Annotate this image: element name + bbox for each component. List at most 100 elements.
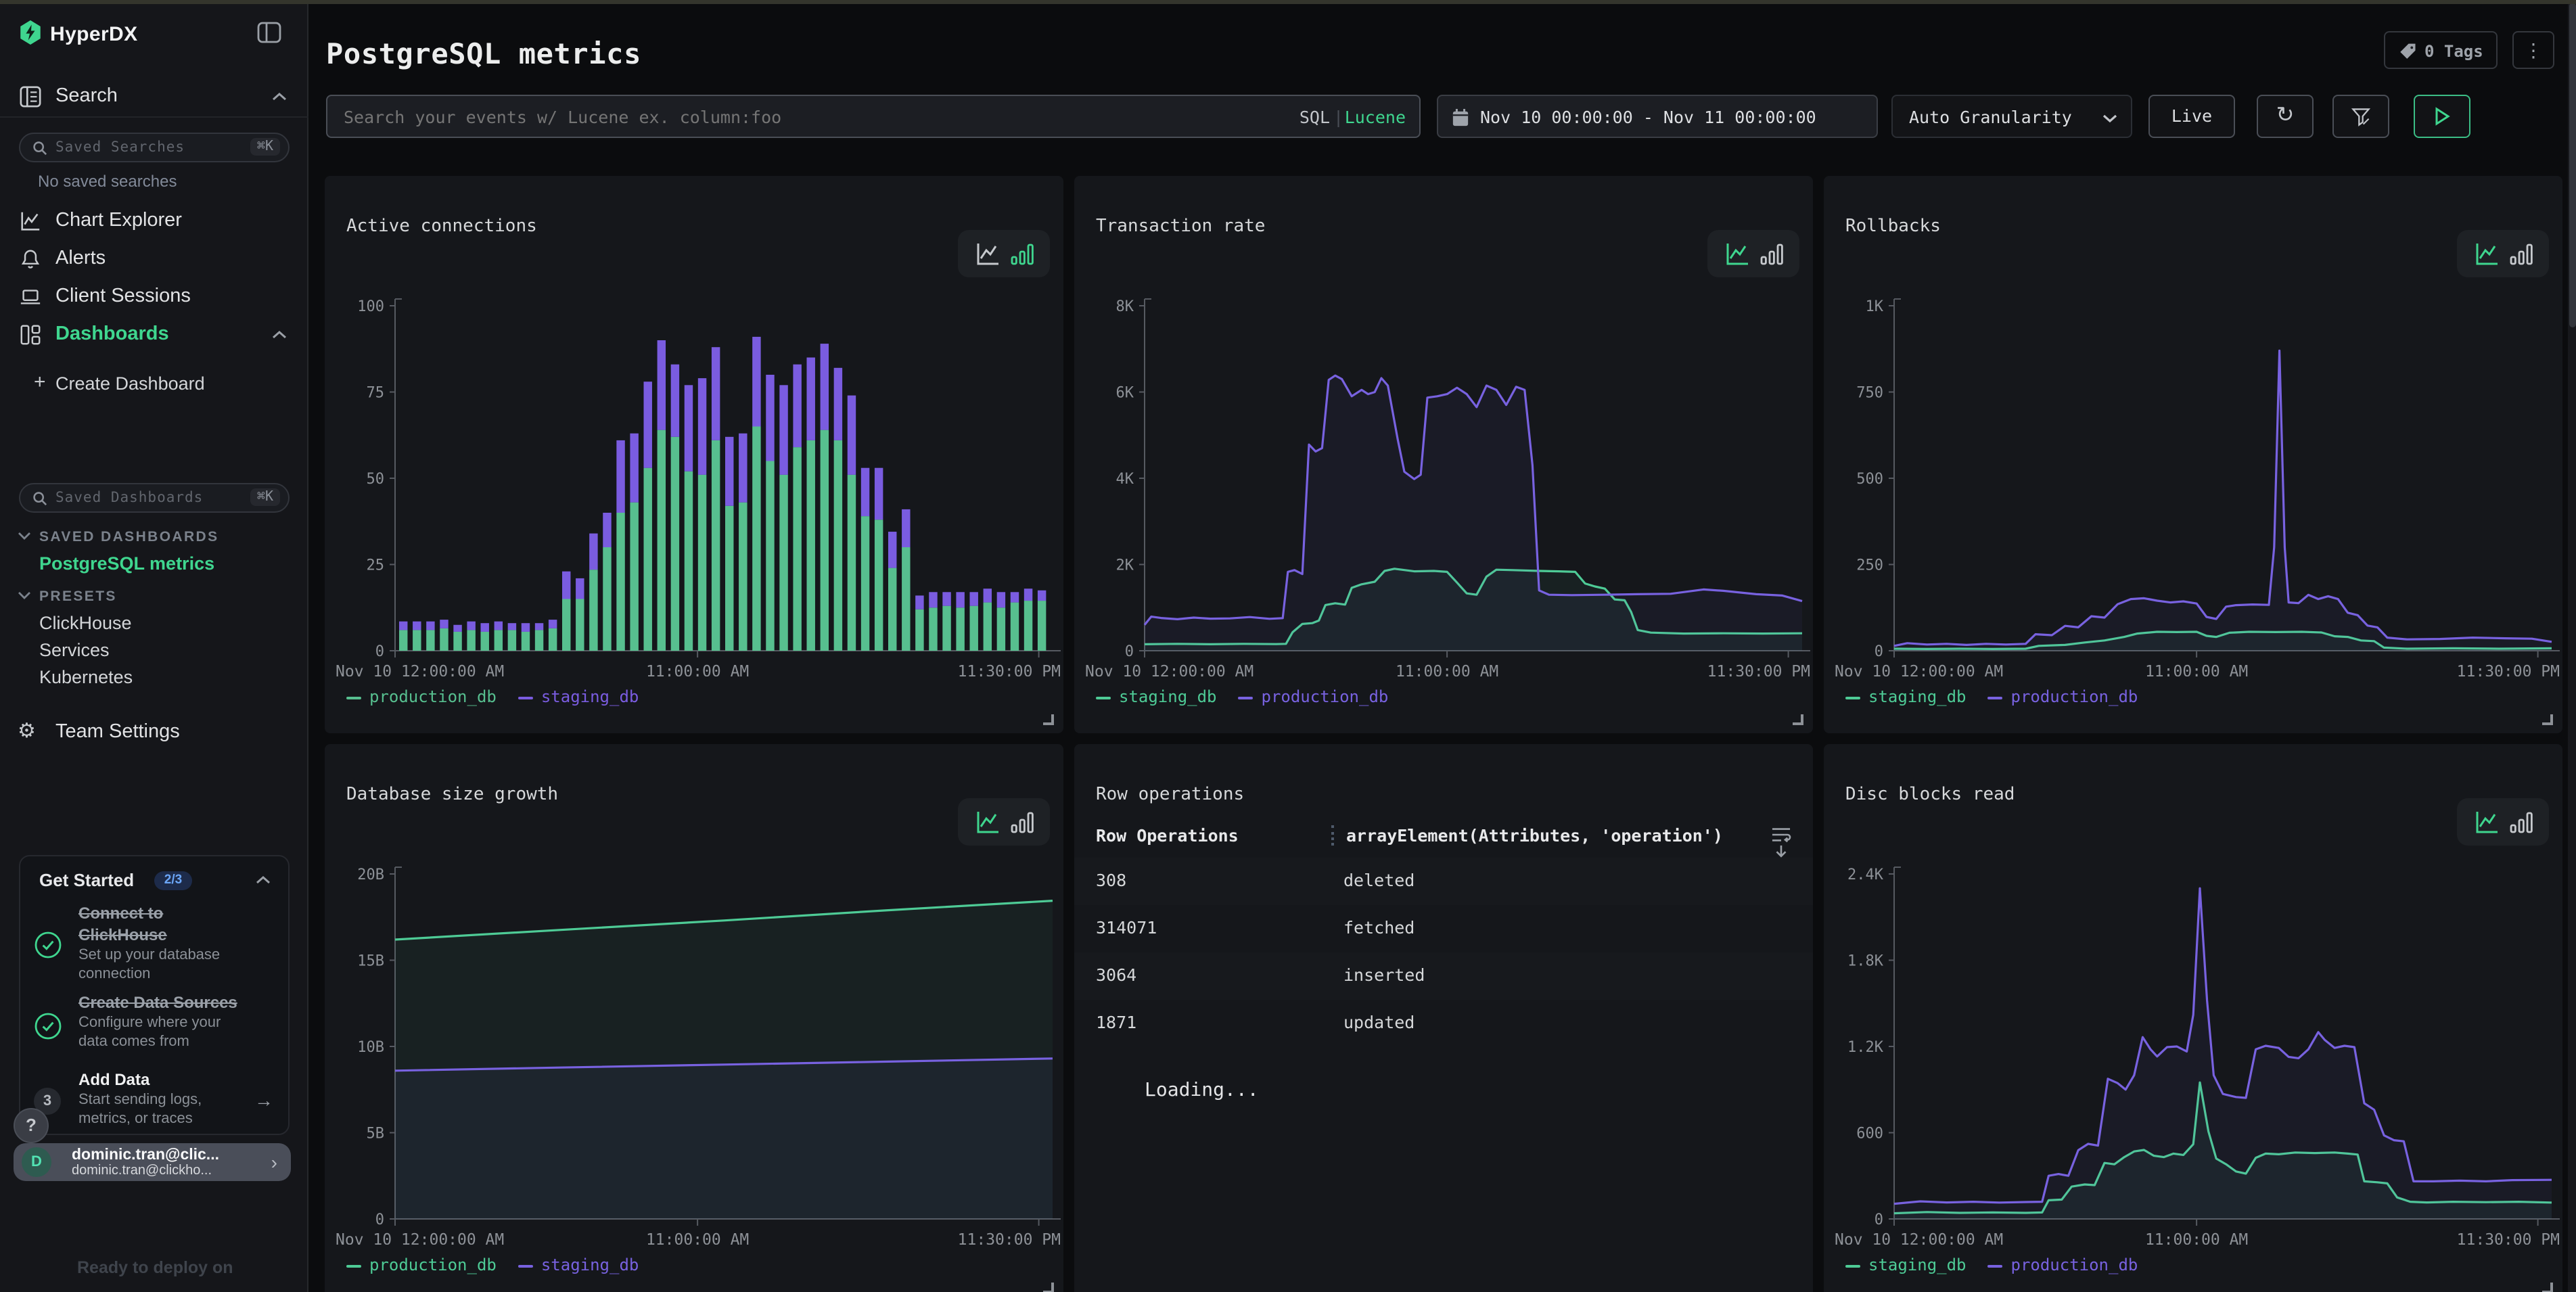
bar-chart-toggle-icon[interactable] <box>2510 242 2534 267</box>
help-button[interactable]: ? <box>14 1108 49 1143</box>
legend-item-staging_db[interactable]: staging_db <box>1845 687 1967 706</box>
hyperdx-logo-icon <box>19 20 42 45</box>
gs-item-title[interactable]: ClickHouse <box>78 925 167 944</box>
resize-handle[interactable] <box>2542 1283 2553 1292</box>
table-col-operation-expr[interactable]: arrayElement(Attributes, 'operation') <box>1331 825 1723 846</box>
panel-rollbacks: Rollbacks 1K7505002500Nov 10 12:00:00 AM… <box>1824 176 2562 733</box>
sidebar-item-team-settings[interactable]: ⚙ Team Settings <box>0 717 308 752</box>
resize-handle[interactable] <box>1793 714 1803 725</box>
event-search-box[interactable]: SQL | Lucene <box>326 95 1421 138</box>
sidebar-item-services[interactable]: Services <box>39 640 110 660</box>
chart-transaction-rate[interactable]: 8K6K4K2K0Nov 10 12:00:00 AM11:00:00 AM11… <box>1074 284 1813 676</box>
resize-handle[interactable] <box>1043 714 1054 725</box>
date-range-picker[interactable]: Nov 10 00:00:00 - Nov 11 00:00:00 <box>1437 95 1878 138</box>
legend-dash <box>1239 696 1254 699</box>
resize-handle[interactable] <box>1043 1283 1054 1292</box>
bell-icon <box>19 248 42 271</box>
chevron-up-icon[interactable] <box>272 92 287 101</box>
gs-item-title[interactable]: Create Data Sources <box>78 993 237 1012</box>
svg-text:500: 500 <box>1856 471 1883 488</box>
legend-label: staging_db <box>541 1255 639 1274</box>
filter-button[interactable] <box>2332 95 2389 138</box>
table-row[interactable]: 3064 inserted <box>1074 952 1813 1000</box>
sidebar-item-chart-explorer[interactable]: Chart Explorer <box>0 206 308 241</box>
svg-text:Nov 10 12:00:00 AM: Nov 10 12:00:00 AM <box>1085 663 1254 676</box>
resize-handle[interactable] <box>2542 714 2553 725</box>
line-chart-toggle-icon[interactable] <box>2473 241 2500 268</box>
page-scrollbar[interactable] <box>2568 0 2576 1292</box>
user-profile[interactable]: D dominic.tran@clic... dominic.tran@clic… <box>14 1143 291 1181</box>
arrow-right-icon[interactable]: → <box>254 1089 273 1111</box>
line-chart-toggle-icon[interactable] <box>2473 809 2500 836</box>
legend-item-staging_db[interactable]: staging_db <box>518 1255 639 1274</box>
gs-item-desc: connection <box>78 965 150 984</box>
sidebar-item-client-sessions[interactable]: Client Sessions <box>0 281 308 317</box>
chart-type-toggle <box>2457 798 2549 846</box>
sidebar-item-kubernetes[interactable]: Kubernetes <box>39 667 133 687</box>
table-col-row-operations[interactable]: Row Operations <box>1096 825 1239 846</box>
table-row[interactable]: 1871 updated <box>1074 1000 1813 1047</box>
lucene-toggle[interactable]: Lucene <box>1345 107 1406 127</box>
sidebar-item-alerts[interactable]: Alerts <box>0 244 308 279</box>
get-started-card: Get Started 2/3 Connect to ClickHouse Se… <box>19 855 290 1135</box>
legend-item-production_db[interactable]: production_db <box>1988 687 2138 706</box>
wrap-lines-icon[interactable] <box>1771 825 1791 844</box>
line-chart-toggle-icon[interactable] <box>974 241 1001 268</box>
bar-chart-toggle-icon[interactable] <box>1011 810 1035 835</box>
saved-searches-search[interactable]: ⌘K <box>19 133 290 162</box>
legend-item-staging_db[interactable]: staging_db <box>1096 687 1217 706</box>
legend-dash <box>518 696 533 699</box>
sql-toggle[interactable]: SQL <box>1300 107 1330 127</box>
presets-header[interactable]: PRESETS <box>39 589 117 605</box>
legend-item-staging_db[interactable]: staging_db <box>1845 1255 1967 1274</box>
gear-icon: ⚙ <box>18 718 36 743</box>
gs-item-title[interactable]: Connect to <box>78 904 163 923</box>
table-row[interactable]: 314071 fetched <box>1074 905 1813 952</box>
create-dashboard-button[interactable]: + Create Dashboard <box>0 368 308 403</box>
line-chart-toggle-icon[interactable] <box>1724 241 1751 268</box>
chart-database-size-growth[interactable]: 20B15B10B5B0Nov 10 12:00:00 AM11:00:00 A… <box>325 852 1063 1245</box>
legend-item-production_db[interactable]: production_db <box>346 1255 497 1274</box>
bar-chart-toggle-icon[interactable] <box>2510 810 2534 835</box>
legend-item-production_db[interactable]: production_db <box>346 687 497 706</box>
chart-disc-blocks-read[interactable]: 2.4K1.8K1.2K6000Nov 10 12:00:00 AM11:00:… <box>1824 852 2562 1245</box>
saved-searches-input[interactable] <box>55 135 231 160</box>
run-query-button[interactable] <box>2414 95 2470 138</box>
legend-item-production_db[interactable]: production_db <box>1988 1255 2138 1274</box>
svg-text:4K: 4K <box>1116 471 1134 488</box>
legend-item-staging_db[interactable]: staging_db <box>518 687 639 706</box>
sidebar-item-clickhouse[interactable]: ClickHouse <box>39 613 132 633</box>
chevron-down-icon <box>18 591 31 599</box>
bar-chart-toggle-icon[interactable] <box>1760 242 1785 267</box>
svg-text:600: 600 <box>1856 1126 1883 1143</box>
chevron-up-icon[interactable] <box>256 875 271 885</box>
panel-disc-blocks-read: Disc blocks read 2.4K1.8K1.2K6000Nov 10 … <box>1824 744 2562 1292</box>
live-button[interactable]: Live <box>2148 95 2235 138</box>
sidebar-item-search[interactable]: Search <box>0 81 308 116</box>
gs-item-title[interactable]: Add Data <box>78 1070 150 1089</box>
line-chart-toggle-icon[interactable] <box>974 809 1001 836</box>
svg-text:11:30:00 PM: 11:30:00 PM <box>958 1231 1061 1245</box>
chart-active-connections[interactable]: 1007550250Nov 10 12:00:00 AM11:00:00 AM1… <box>325 284 1063 676</box>
sidebar-item-dashboards[interactable]: Dashboards <box>0 319 308 354</box>
sidebar-item-postgresql-metrics[interactable]: PostgreSQL metrics <box>39 553 214 574</box>
bar-chart-toggle-icon[interactable] <box>1011 242 1035 267</box>
tags-button[interactable]: 0 Tags <box>2384 31 2498 69</box>
sidebar-collapse-icon[interactable] <box>257 22 281 43</box>
scrollbar-thumb[interactable] <box>2569 3 2575 327</box>
saved-dashboards-input[interactable] <box>55 486 231 510</box>
saved-dashboards-header[interactable]: SAVED DASHBOARDS <box>39 529 219 545</box>
granularity-select[interactable]: Auto Granularity <box>1891 95 2132 138</box>
chevron-up-icon[interactable] <box>272 330 287 340</box>
refresh-button[interactable]: ↻ <box>2257 95 2314 138</box>
kebab-menu-button[interactable]: ⋮ <box>2512 31 2554 69</box>
filter-icon <box>2350 106 2372 129</box>
event-search-input[interactable] <box>344 99 1182 134</box>
table-row[interactable]: 308 deleted <box>1074 858 1813 905</box>
saved-dashboards-search[interactable]: ⌘K <box>19 483 290 513</box>
promo-text: Ready to deploy on <box>77 1258 233 1277</box>
panel-database-size-growth: Database size growth 20B15B10B5B0Nov 10 … <box>325 744 1063 1292</box>
chart-rollbacks[interactable]: 1K7505002500Nov 10 12:00:00 AM11:00:00 A… <box>1824 284 2562 676</box>
page-title: PostgreSQL metrics <box>326 38 641 70</box>
legend-item-production_db[interactable]: production_db <box>1239 687 1389 706</box>
